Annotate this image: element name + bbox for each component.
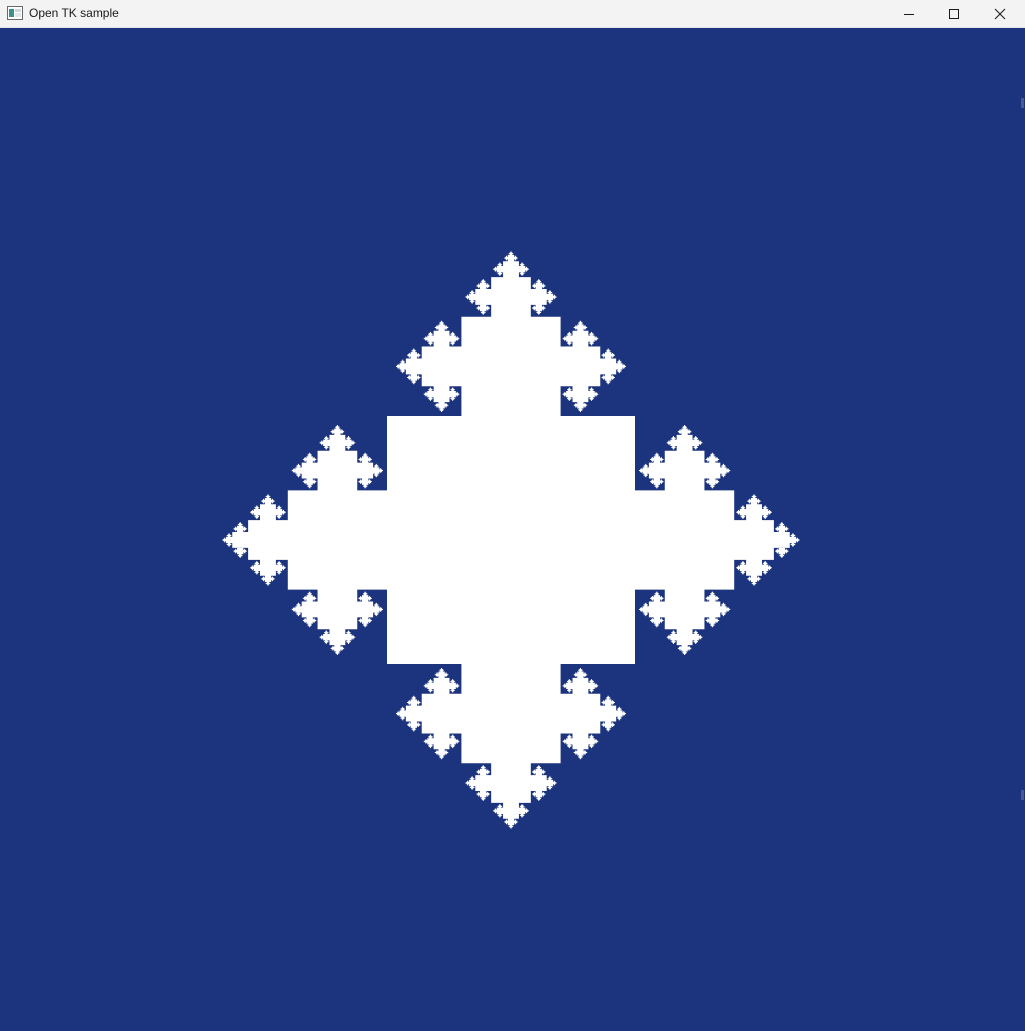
render-area[interactable] [0,28,1025,1031]
close-icon [994,8,1006,19]
fractal-canvas [222,251,800,829]
window-title: Open TK sample [29,6,119,20]
maximize-icon [949,8,959,19]
minimize-icon [904,13,914,15]
minimize-button[interactable] [886,0,932,27]
maximize-button[interactable] [931,0,977,27]
close-button[interactable] [977,0,1023,27]
koch-island-fractal [222,251,800,829]
title-bar[interactable]: Open TK sample [0,0,1025,28]
window-app-icon [7,6,23,20]
window-edge-marker [1021,98,1024,108]
window-edge-marker [1021,790,1024,800]
app-window: Open TK sample [0,0,1025,1031]
